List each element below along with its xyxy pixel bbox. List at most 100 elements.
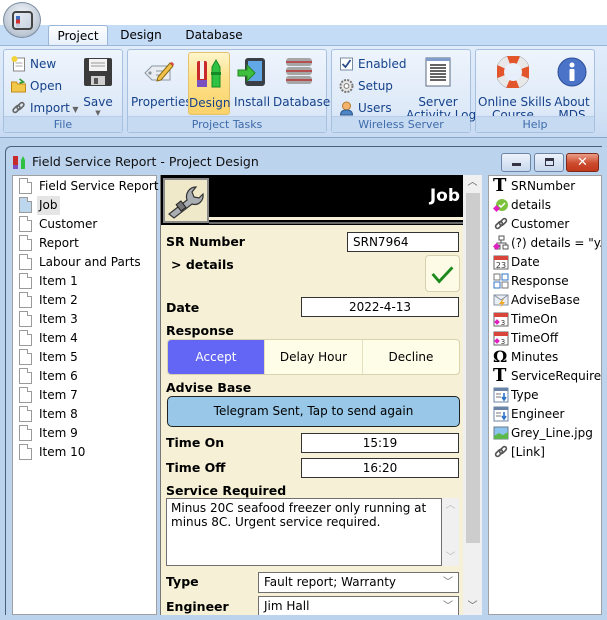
svg-text:3: 3: [501, 319, 505, 327]
page-label: Item 7: [39, 388, 78, 402]
ribbon-group-file: New Open Import ▼ Save ▼ File: [3, 49, 123, 133]
lifebuoy-icon: [495, 54, 531, 90]
advise-base-button[interactable]: Telegram Sent, Tap to send again: [167, 396, 460, 427]
object-list: T SRNumber details Customer (?) details =…: [488, 175, 602, 615]
design-button[interactable]: Design: [188, 52, 230, 115]
dropdown-list-icon: [493, 406, 509, 422]
object-label: (?) details = "y...: [511, 236, 602, 250]
page-label: Field Service Report: [39, 179, 159, 193]
type-dropdown[interactable]: Fault report; Warranty ﹀: [258, 572, 459, 593]
checkbox-checked-icon: [340, 57, 353, 71]
response-delay-hour[interactable]: Delay Hour: [264, 340, 362, 374]
form-scrollbar[interactable]: ︿ ﹀: [463, 175, 482, 615]
chevron-down-icon: ﹀: [443, 577, 453, 588]
page-icon: [19, 330, 32, 346]
scroll-down-icon[interactable]: ﹀: [463, 599, 482, 615]
type-label: Type: [166, 574, 199, 589]
users-button[interactable]: Users: [338, 98, 392, 118]
chevron-down-icon: ﹀: [443, 601, 453, 612]
save-button[interactable]: Save ▼: [80, 52, 116, 117]
scroll-up-icon[interactable]: ︿: [442, 498, 459, 514]
service-required-textarea[interactable]: Minus 20C seafood freezer only running a…: [166, 498, 442, 566]
import-button[interactable]: Import ▼: [10, 98, 79, 118]
tab-project[interactable]: Project: [48, 25, 108, 46]
details-label: > details: [171, 257, 234, 272]
ribbon-group-help: Online Skills Course About MDS Help: [475, 49, 595, 133]
properties-label: Properties: [131, 95, 192, 109]
object-label: Response: [511, 274, 569, 288]
activity-log-icon: [425, 57, 451, 87]
open-button[interactable]: Open: [10, 76, 62, 96]
window-title: Field Service Report - Project Design: [12, 152, 259, 172]
application-menu-button[interactable]: [3, 2, 41, 38]
chevron-down-icon: ▼: [69, 105, 79, 114]
form-title: Job: [429, 186, 460, 206]
page-icon: [19, 349, 32, 365]
page-label: Item 9: [39, 426, 78, 440]
time-on-field[interactable]: 15:19: [301, 433, 459, 453]
scroll-up-icon[interactable]: ︿: [463, 175, 482, 191]
checkmark-icon: [431, 266, 454, 284]
message-icon: [493, 294, 509, 308]
page-label: Item 5: [39, 350, 78, 364]
design-label: Design: [189, 96, 231, 110]
date-field[interactable]: 2022-4-13: [301, 297, 459, 317]
details-check-button[interactable]: [425, 255, 460, 292]
response-accept[interactable]: Accept: [168, 340, 264, 374]
about-mds-button[interactable]: About MDS: [552, 52, 592, 122]
page-icon: [19, 444, 32, 460]
page-label: Report: [39, 236, 79, 250]
enabled-checkbox[interactable]: Enabled: [338, 54, 407, 74]
activity-log-line1: Server: [418, 95, 458, 109]
window-border: [602, 146, 607, 620]
import-label: Import: [30, 101, 70, 115]
close-button[interactable]: ✕: [566, 153, 599, 172]
setup-button[interactable]: Setup: [338, 76, 393, 96]
tab-database[interactable]: Database: [180, 25, 248, 46]
service-required-label: Service Required: [166, 483, 287, 498]
about-line1: About: [554, 95, 590, 109]
install-button[interactable]: Install: [232, 52, 272, 115]
wrench-icon: [163, 178, 209, 223]
restore-button[interactable]: [534, 153, 564, 172]
service-required-scrollbar[interactable]: ︿ ﹀: [442, 498, 459, 566]
page-icon: [19, 406, 32, 422]
online-skills-course-button[interactable]: Online Skills Course: [478, 52, 552, 122]
object-label: Grey_Line.jpg: [511, 426, 593, 440]
scroll-down-icon[interactable]: ﹀: [442, 550, 459, 566]
skills-line1: Online Skills: [478, 95, 552, 109]
server-activity-log-button[interactable]: Server Activity Log: [406, 52, 476, 122]
object-label: Date: [511, 255, 540, 269]
time-on-label: Time On: [166, 435, 225, 450]
page-icon: [19, 273, 32, 289]
page-icon: [19, 311, 32, 327]
tab-design[interactable]: Design: [112, 25, 170, 46]
scrollbar-thumb[interactable]: [466, 193, 480, 543]
database-button[interactable]: Database: [273, 52, 331, 115]
check-flag-icon: [493, 199, 508, 213]
properties-button[interactable]: Properties: [131, 52, 192, 115]
time-off-label: Time Off: [166, 460, 226, 475]
object-label: Customer: [511, 217, 570, 231]
open-folder-icon: [11, 78, 26, 93]
engineer-dropdown[interactable]: Jim Hall ﹀: [258, 596, 459, 615]
condition-icon: [493, 235, 509, 251]
minimize-button[interactable]: [501, 153, 531, 172]
omega-icon: Ω: [493, 347, 508, 366]
page-label: Item 3: [39, 312, 78, 326]
header-divider: [209, 217, 463, 220]
close-icon: ✕: [577, 155, 588, 170]
info-icon: [557, 57, 587, 87]
object-label: Engineer: [511, 407, 565, 421]
object-label: Type: [511, 388, 539, 402]
page-label: Item 8: [39, 407, 78, 421]
response-decline[interactable]: Decline: [362, 340, 459, 374]
text-icon: T: [493, 365, 507, 386]
new-button[interactable]: New: [10, 54, 56, 74]
sr-number-field[interactable]: SRN7964: [347, 232, 459, 252]
time-off-field[interactable]: 16:20: [301, 458, 459, 478]
app-logo-icon: [12, 11, 33, 30]
database-label: Database: [273, 95, 331, 109]
page-label: Customer: [39, 217, 98, 231]
object-label: SRNumber: [511, 179, 576, 193]
